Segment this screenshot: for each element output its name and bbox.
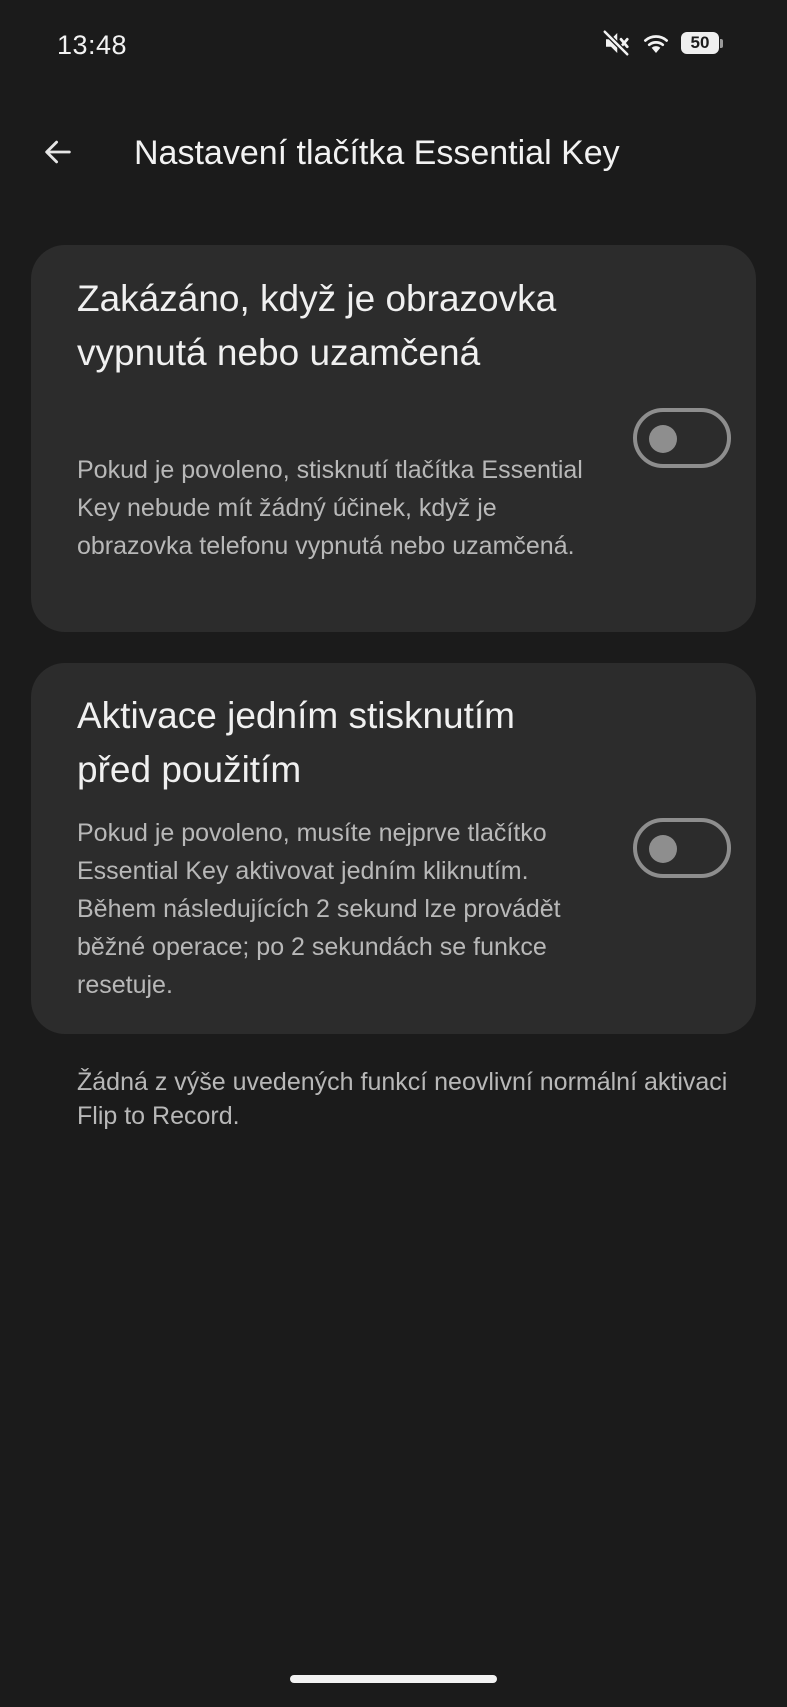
battery-tip bbox=[720, 38, 723, 48]
app-bar: Nastavení tlačítka Essential Key bbox=[0, 110, 787, 196]
footer-note: Žádná z výše uvedených funkcí neovlivní … bbox=[77, 1068, 728, 1130]
back-button[interactable] bbox=[30, 126, 86, 182]
setting-card-single-press-activation[interactable]: Aktivace jedním stisknutím před použitím… bbox=[31, 663, 756, 1034]
battery-icon: 50 bbox=[681, 31, 723, 55]
status-icons: 50 bbox=[601, 28, 723, 58]
status-bar: 13:48 50 bbox=[0, 0, 787, 92]
arrow-left-icon bbox=[41, 135, 75, 174]
disable-when-locked-switch[interactable] bbox=[633, 408, 731, 468]
setting-card-disable-when-locked[interactable]: Zakázáno, když je obrazovka vypnutá nebo… bbox=[31, 245, 756, 632]
wifi-icon bbox=[641, 28, 671, 58]
switch-thumb bbox=[649, 425, 677, 453]
setting-title: Aktivace jedním stisknutím před použitím bbox=[77, 695, 515, 790]
single-press-activation-switch[interactable] bbox=[633, 818, 731, 878]
setting-title: Zakázáno, když je obrazovka vypnutá nebo… bbox=[77, 278, 557, 373]
page-title: Nastavení tlačítka Essential Key bbox=[134, 134, 620, 172]
status-time: 13:48 bbox=[57, 30, 128, 60]
settings-screen: 13:48 50 Nastavení tlačítka Essential Ke… bbox=[0, 0, 787, 1707]
switch-thumb bbox=[649, 835, 677, 863]
home-indicator[interactable] bbox=[290, 1675, 497, 1683]
setting-description: Pokud je povoleno, stisknutí tlačítka Es… bbox=[77, 456, 583, 560]
mute-icon bbox=[601, 28, 631, 58]
setting-description: Pokud je povoleno, musíte nejprve tlačít… bbox=[77, 819, 561, 999]
battery-level: 50 bbox=[681, 32, 719, 54]
